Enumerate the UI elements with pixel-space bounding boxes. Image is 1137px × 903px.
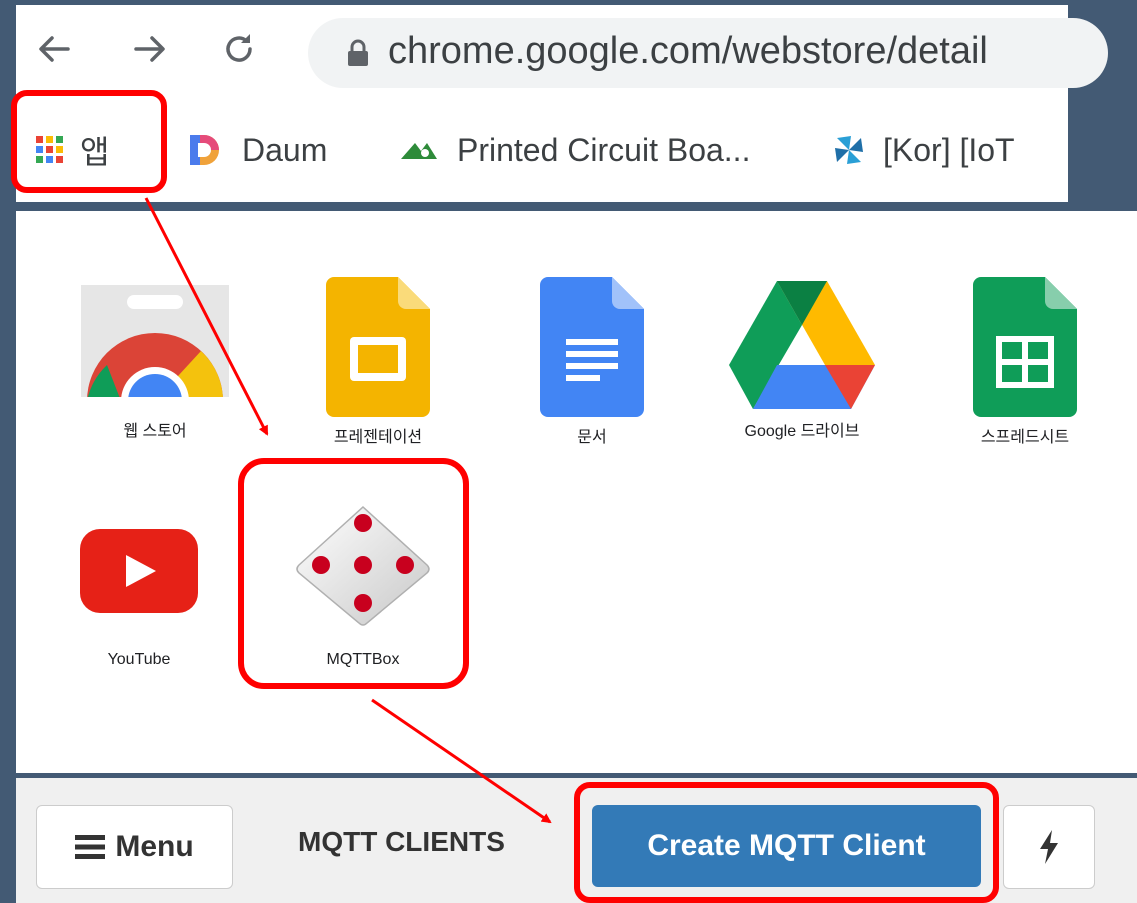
- forward-button[interactable]: [124, 23, 176, 75]
- bookmark-iot[interactable]: [Kor] [IoT: [831, 120, 1015, 180]
- lightning-button[interactable]: [1003, 805, 1095, 889]
- bookmark-pcb[interactable]: Printed Circuit Boa...: [399, 120, 750, 180]
- app-youtube[interactable]: YouTube: [54, 529, 224, 669]
- bookmark-daum[interactable]: Daum: [188, 120, 327, 180]
- bolt-icon: [1040, 830, 1058, 864]
- hamburger-icon: [75, 835, 106, 859]
- app-label: 스프레드시트: [980, 429, 1070, 446]
- browser-window: chrome.google.com/webstore/detail 앱 Daum: [16, 5, 1108, 202]
- app-slides[interactable]: 프레젠테이션: [293, 277, 463, 447]
- menu-button[interactable]: Menu: [36, 805, 233, 889]
- create-mqtt-client-button[interactable]: Create MQTT Client: [592, 805, 981, 887]
- bookmarks-bar: 앱 Daum Printed Circuit Boa... [Kor] [IoT: [16, 100, 1068, 202]
- google-sheets-icon: [973, 277, 1077, 417]
- bookmark-label: 앱: [80, 134, 110, 170]
- google-slides-icon: [326, 277, 430, 417]
- app-label: 웹 스토어: [123, 423, 187, 440]
- back-button[interactable]: [28, 23, 80, 75]
- google-docs-icon: [540, 277, 644, 417]
- reload-icon: [226, 34, 252, 62]
- url-field[interactable]: chrome.google.com/webstore/detail: [308, 18, 1108, 88]
- url-text: chrome.google.com/webstore/detail: [388, 30, 988, 72]
- bookmark-label: Printed Circuit Boa...: [457, 131, 751, 168]
- google-drive-icon: [729, 281, 875, 409]
- pinwheel-icon: [835, 136, 863, 164]
- mqttbox-toolbar: Menu MQTT CLIENTS Create MQTT Client: [16, 778, 1137, 903]
- apps-grid-icon: [36, 136, 63, 163]
- bookmark-apps[interactable]: 앱: [36, 120, 109, 180]
- app-drive[interactable]: Google 드라이브: [717, 279, 887, 441]
- youtube-icon: [80, 529, 198, 613]
- lock-icon: [348, 39, 368, 66]
- forward-arrow-icon: [134, 36, 165, 62]
- app-label: 프레젠테이션: [333, 429, 423, 446]
- bookmark-label: Daum: [242, 131, 328, 168]
- reload-button[interactable]: [213, 23, 265, 75]
- daum-logo-icon: [190, 135, 219, 165]
- app-label: YouTube: [107, 651, 171, 668]
- mqttbox-dice-icon: [296, 505, 430, 626]
- back-arrow-icon: [39, 36, 70, 62]
- app-label: 문서: [577, 429, 607, 446]
- app-sheets[interactable]: 스프레드시트: [940, 277, 1110, 447]
- app-label: MQTTBox: [326, 651, 400, 668]
- address-bar-row: chrome.google.com/webstore/detail: [16, 5, 1108, 100]
- apps-page: 웹 스토어 프레젠테이션 문서 Google 드라이브 스프레드시트 YouTu…: [16, 211, 1137, 773]
- pcb-logo-icon: [401, 143, 437, 159]
- app-label: Google 드라이브: [744, 423, 860, 440]
- app-web-store[interactable]: 웹 스토어: [70, 285, 240, 441]
- section-title: MQTT CLIENTS: [298, 826, 505, 857]
- menu-label: Menu: [115, 830, 194, 863]
- chrome-web-store-icon: [81, 285, 229, 411]
- app-docs[interactable]: 문서: [507, 277, 677, 447]
- bookmark-label: [Kor] [IoT: [883, 131, 1015, 168]
- app-mqttbox[interactable]: MQTTBox: [278, 503, 448, 669]
